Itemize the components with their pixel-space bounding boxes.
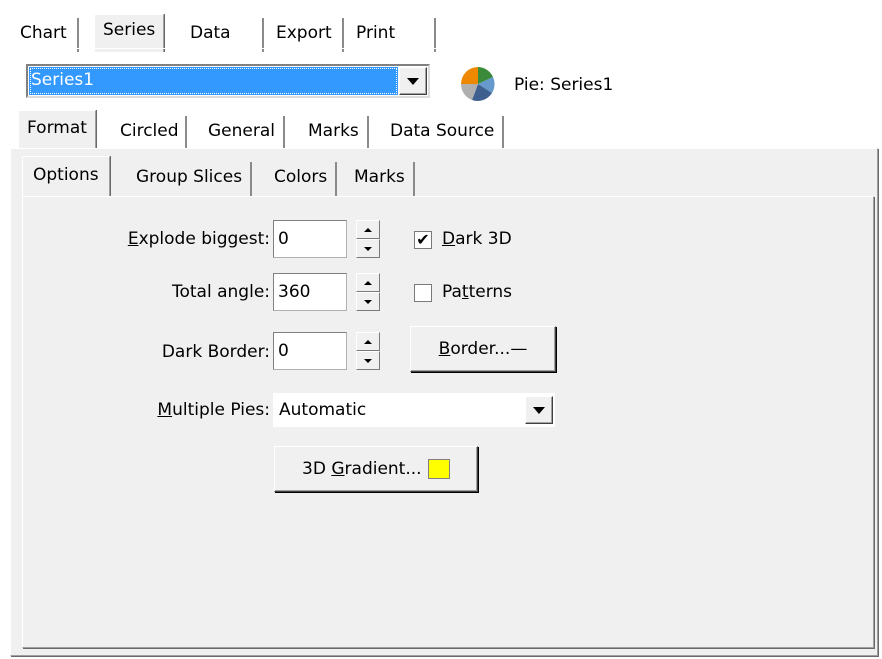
pie-chart-icon [458, 64, 498, 104]
dark-border-label: Dark Border: [161, 342, 270, 362]
border-button[interactable]: Border...— [410, 326, 556, 372]
tab-format[interactable]: Format [18, 110, 96, 150]
format-tab-strip: Options Group Slices Colors Marks [16, 156, 876, 198]
gradient-color-swatch [427, 459, 450, 479]
tab-colors[interactable]: Colors [266, 162, 338, 196]
spin-up-icon[interactable] [356, 332, 380, 351]
patterns-label[interactable]: Patterns [442, 281, 512, 303]
spin-down-icon[interactable] [356, 239, 380, 258]
multiple-pies-value: Automatic [279, 400, 367, 420]
series-dropdown-button[interactable] [399, 67, 427, 95]
multiple-pies-label: Multiple Pies: [157, 400, 270, 420]
total-angle-input[interactable]: 360 [273, 273, 347, 311]
spin-up-icon[interactable] [356, 220, 380, 239]
dark-3d-checkbox[interactable]: ✔ [414, 231, 432, 249]
gradient-button[interactable]: 3D Gradient... [274, 446, 478, 492]
series-dropdown[interactable]: Series1 [26, 64, 430, 98]
patterns-checkbox[interactable] [414, 284, 432, 302]
border-style-preview: — [510, 339, 528, 359]
tab-options[interactable]: Options [22, 156, 110, 198]
multiple-pies-dropdown[interactable]: Automatic [273, 393, 555, 427]
dark-3d-label[interactable]: Dark 3D [442, 228, 512, 250]
series-info-label: Pie: Series1 [514, 75, 614, 95]
top-tab-divider [10, 48, 882, 49]
tab-data[interactable]: Data [180, 18, 264, 52]
dark-border-input[interactable]: 0 [273, 332, 347, 370]
total-angle-spinner[interactable] [356, 273, 380, 311]
total-angle-label: Total angle: [172, 282, 270, 302]
series-dropdown-value: Series1 [29, 67, 398, 95]
tab-chart[interactable]: Chart [10, 18, 79, 52]
explode-biggest-label: Explode biggest: [127, 229, 270, 249]
chevron-down-icon [407, 77, 419, 85]
tab-export[interactable]: Export [266, 18, 344, 52]
spin-down-icon[interactable] [356, 292, 380, 311]
multiple-pies-dropdown-button[interactable] [525, 396, 553, 424]
tab-data-source[interactable]: Data Source [382, 116, 505, 150]
explode-biggest-spinner[interactable] [356, 220, 380, 258]
tab-series[interactable]: Series [94, 14, 165, 52]
dark-border-spinner[interactable] [356, 332, 380, 370]
tab-general[interactable]: General [200, 116, 285, 150]
top-tab-strip: Chart Series Data Export Print [10, 14, 882, 52]
chevron-down-icon [533, 406, 545, 414]
tab-print[interactable]: Print [346, 18, 436, 52]
spin-up-icon[interactable] [356, 273, 380, 292]
explode-biggest-input[interactable]: 0 [273, 220, 347, 258]
series-tab-strip: Format Circled General Marks Data Source [10, 110, 882, 150]
tab-marks[interactable]: Marks [300, 116, 369, 150]
spin-down-icon[interactable] [356, 351, 380, 370]
tab-group-slices[interactable]: Group Slices [128, 162, 253, 196]
tab-marks-format[interactable]: Marks [346, 162, 415, 196]
tab-circled[interactable]: Circled [114, 116, 187, 150]
